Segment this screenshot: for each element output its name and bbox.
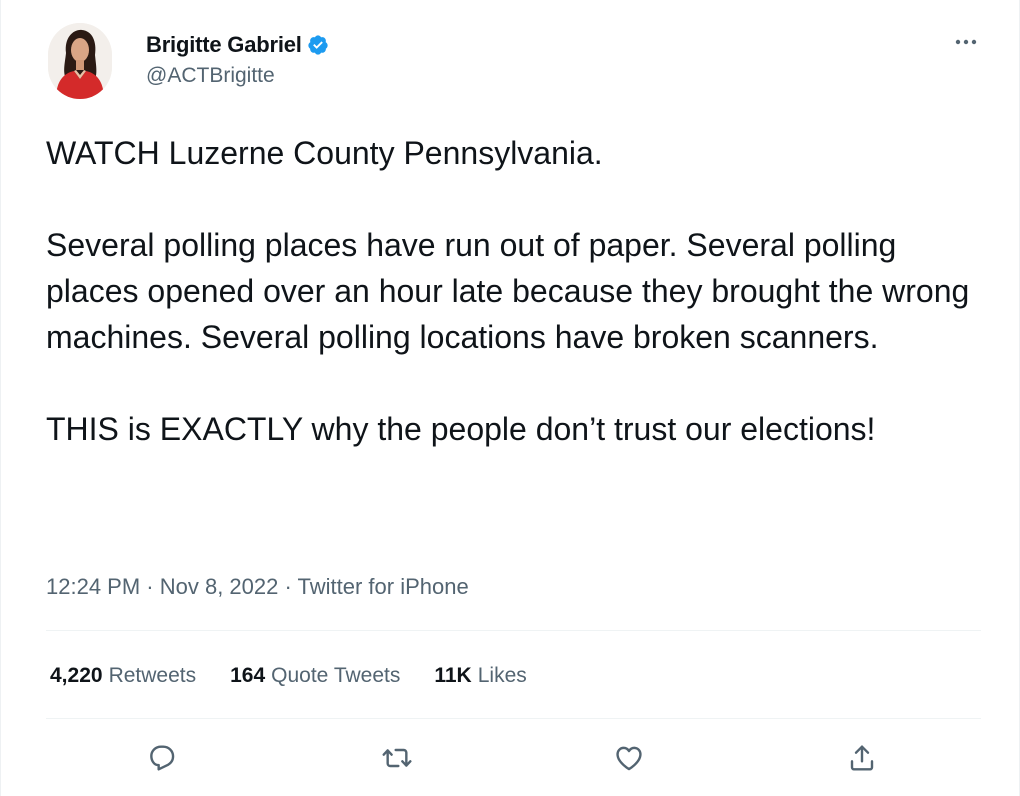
avatar-image bbox=[48, 23, 112, 99]
tweet-text: WATCH Luzerne County Pennsylvania. Sever… bbox=[46, 130, 976, 452]
author-display-name[interactable]: Brigitte Gabriel bbox=[146, 32, 302, 58]
retweets-stat[interactable]: 4,220 Retweets bbox=[50, 664, 196, 688]
retweets-label: Retweets bbox=[108, 664, 197, 687]
heart-icon bbox=[616, 746, 642, 771]
share-button[interactable] bbox=[846, 742, 878, 774]
tweet-metadata: 12:24 PM · Nov 8, 2022 · Twitter for iPh… bbox=[46, 574, 469, 600]
quote-tweets-count: 164 bbox=[230, 664, 266, 687]
engagement-stats: 4,220 Retweets 164 Quote Tweets 11K Likes bbox=[50, 664, 561, 688]
divider bbox=[46, 718, 981, 719]
share-icon bbox=[850, 745, 874, 771]
likes-label: Likes bbox=[477, 664, 527, 687]
quote-tweets-stat[interactable]: 164 Quote Tweets bbox=[230, 664, 400, 688]
tweet-source[interactable]: Twitter for iPhone bbox=[298, 574, 469, 599]
tweet-time[interactable]: 12:24 PM bbox=[46, 574, 140, 599]
more-horizontal-icon[interactable] bbox=[949, 30, 983, 54]
divider bbox=[46, 630, 981, 631]
tweet-card: Brigitte Gabriel @ACTBrigitte WATCH Luze… bbox=[0, 0, 1020, 796]
meta-separator: · bbox=[278, 574, 298, 599]
retweet-button[interactable] bbox=[381, 742, 413, 774]
tweet-paragraph: THIS is EXACTLY why the people don’t tru… bbox=[46, 411, 876, 447]
author-handle[interactable]: @ACTBrigitte bbox=[146, 64, 275, 88]
retweet-icon bbox=[382, 748, 412, 768]
avatar[interactable] bbox=[48, 23, 112, 99]
quote-tweets-label: Quote Tweets bbox=[271, 664, 401, 687]
tweet-paragraph: WATCH Luzerne County Pennsylvania. bbox=[46, 135, 603, 171]
reply-icon bbox=[150, 745, 175, 771]
author-name-row[interactable]: Brigitte Gabriel bbox=[146, 30, 329, 60]
meta-separator: · bbox=[140, 574, 160, 599]
likes-count: 11K bbox=[434, 664, 472, 687]
verified-badge-icon bbox=[307, 34, 329, 56]
reply-button[interactable] bbox=[146, 742, 178, 774]
likes-stat[interactable]: 11K Likes bbox=[434, 664, 526, 688]
retweets-count: 4,220 bbox=[50, 664, 103, 687]
tweet-paragraph: Several polling places have run out of p… bbox=[46, 227, 970, 355]
like-button[interactable] bbox=[613, 742, 645, 774]
tweet-date[interactable]: Nov 8, 2022 bbox=[160, 574, 279, 599]
